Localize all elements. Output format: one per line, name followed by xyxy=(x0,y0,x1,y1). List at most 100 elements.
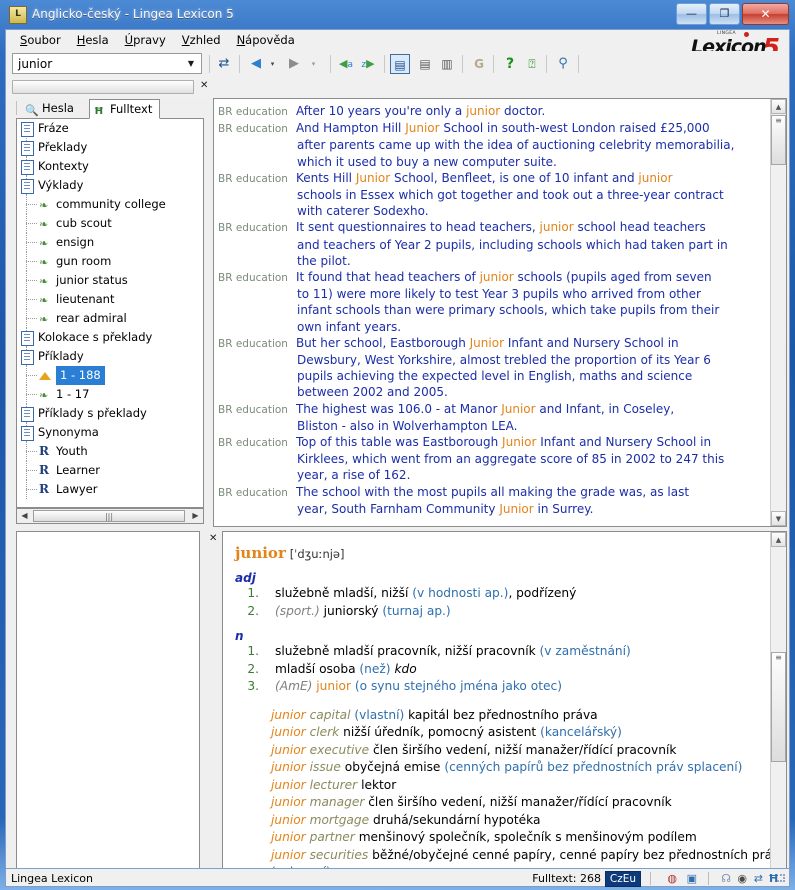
tab-hesla[interactable]: 🔍 Hesla xyxy=(22,100,81,118)
swap-languages-button[interactable]: ⇄ xyxy=(214,54,234,74)
resize-grip[interactable] xyxy=(775,874,786,885)
concordance-line[interactable]: BR education The school with the most pup… xyxy=(218,484,784,501)
dictionary-icon[interactable]: ▣ xyxy=(687,872,697,885)
tree-item[interactable]: ❧ gun room xyxy=(17,252,203,271)
concordance-line[interactable]: infant schools than were primary schools… xyxy=(218,302,784,318)
concordance-line[interactable]: after parents came up with the idea of a… xyxy=(218,137,784,153)
concordance-line[interactable]: schools in Essex which got together and … xyxy=(218,187,784,203)
tree-item[interactable]: ❧ rear admiral xyxy=(17,309,203,328)
entry-pane[interactable]: junior [ˈdʒuːnjə] adj 1. služebně mladší, … xyxy=(222,531,787,884)
results-tree[interactable]: +Fráze+Překlady+Kontexty-Výklady ❧ communi… xyxy=(16,118,204,508)
search-input[interactable]: junior xyxy=(18,57,52,71)
tree-item[interactable]: R Youth xyxy=(17,442,203,461)
tree-item[interactable]: -Příklady xyxy=(17,347,203,366)
eye-icon[interactable]: ◉ xyxy=(737,872,747,885)
tree-item[interactable]: -Synonyma xyxy=(17,423,203,442)
concordance-line[interactable]: BR education Kents Hill Junior School, Be… xyxy=(218,170,784,187)
concordance-line[interactable]: year, South Farnham Community Junior in … xyxy=(218,501,784,517)
tree-item[interactable]: +Příklady s překlady xyxy=(17,404,203,423)
tree-item[interactable]: +Překlady xyxy=(17,138,203,157)
tree-item[interactable]: ❧ community college xyxy=(17,195,203,214)
pin-button[interactable]: ⚲ xyxy=(553,54,573,74)
maximize-button[interactable]: ❐ xyxy=(709,3,740,25)
collocation-row[interactable]: junior partner menšinový společník, spol… xyxy=(271,829,780,847)
concordance-line[interactable]: BR education The highest was 106.0 - at M… xyxy=(218,401,784,418)
scroll-left-icon[interactable]: ◀ xyxy=(17,509,32,523)
full-entry-view-button[interactable]: ▤ xyxy=(390,54,410,74)
concordance-line[interactable]: between 2002 and 2005. xyxy=(218,384,784,400)
concordance-line[interactable]: BR education And Hampton Hill Junior Scho… xyxy=(218,120,784,137)
pronunciation-icon[interactable]: ☊ xyxy=(721,872,731,885)
scroll-down-icon[interactable]: ▼ xyxy=(771,511,786,526)
concordance-line[interactable]: BR education Top of this table was Eastbo… xyxy=(218,434,784,451)
tree-item[interactable]: ❧ cub scout xyxy=(17,214,203,233)
concordance-line[interactable]: the pilot. xyxy=(218,253,784,269)
collocation-row[interactable]: junior executive člen širšího vedení, ni… xyxy=(271,742,780,760)
tree-item[interactable]: +Fráze xyxy=(17,119,203,138)
two-column-view-button[interactable]: ▥ xyxy=(437,54,457,74)
collocation-row[interactable]: junior lecturer lektor xyxy=(271,777,780,795)
status-dictionary-badge[interactable]: CzEu xyxy=(604,871,641,887)
tree-item[interactable]: ❧ lieutenant xyxy=(17,290,203,309)
tree-item[interactable]: R Lawyer xyxy=(17,480,203,499)
concordance-line[interactable]: BR education But her school, Eastborough … xyxy=(218,335,784,352)
collocation-row[interactable]: junior issue obyčejná emise (cenných pap… xyxy=(271,759,780,777)
close-preview-icon[interactable]: ✕ xyxy=(209,533,217,544)
collocation-row[interactable]: junior manager člen širšího vedení, nižš… xyxy=(271,794,780,812)
scroll-thumb[interactable]: ||| xyxy=(33,510,185,522)
forward-dropdown-icon[interactable]: ▾ xyxy=(309,60,318,69)
menu-item-vzhled[interactable]: Vzhled xyxy=(174,31,229,50)
sync-icon[interactable]: ⇄ xyxy=(754,872,763,885)
entry-scrollbar[interactable]: ▲ ≡ ▼ xyxy=(770,532,786,883)
search-combobox[interactable]: junior ▼ xyxy=(12,53,202,74)
back-button[interactable]: ◀ xyxy=(246,54,266,74)
close-filter-icon[interactable]: ✕ xyxy=(200,80,208,91)
concordance-line[interactable]: with caterer Sodexho. xyxy=(218,203,784,219)
prev-alpha-button[interactable]: ◀a xyxy=(336,54,356,74)
tree-item[interactable]: ❧ junior status xyxy=(17,271,203,290)
no-sound-icon[interactable]: ◍ xyxy=(667,872,677,885)
minimize-button[interactable]: — xyxy=(676,3,707,25)
scroll-right-icon[interactable]: ▶ xyxy=(188,509,203,523)
vertical-splitter[interactable] xyxy=(206,98,212,884)
tree-item[interactable]: R Learner xyxy=(17,461,203,480)
concordance-line[interactable]: to 11) were more likely to test Year 3 p… xyxy=(218,286,784,302)
scroll-up-icon[interactable]: ▲ xyxy=(771,532,786,547)
forward-button[interactable]: ▶ xyxy=(284,54,304,74)
filter-input[interactable] xyxy=(12,80,194,94)
concordance-line[interactable]: Dewsbury, West Yorkshire, almost trebled… xyxy=(218,352,784,368)
tree-item[interactable]: +Kontexty xyxy=(17,157,203,176)
tab-fulltext[interactable]: Ħ Fulltext xyxy=(89,99,161,119)
concordance-line[interactable]: pupils achieving the expected level in E… xyxy=(218,368,784,384)
concordance-line[interactable]: year, a rise of 162. xyxy=(218,467,784,483)
concordance-line[interactable]: and teachers of Year 2 pupils, including… xyxy=(218,237,784,253)
compact-entry-view-button[interactable]: ▤ xyxy=(415,54,435,74)
tree-item[interactable]: ❧ ensign xyxy=(17,233,203,252)
menu-item-hesla[interactable]: Hesla xyxy=(69,31,117,50)
menu-item-pravy[interactable]: Úpravy xyxy=(117,31,174,50)
collocation-row[interactable]: junior clerk nižší úředník, pomocný asis… xyxy=(271,724,780,742)
scroll-up-icon[interactable]: ▲ xyxy=(771,99,786,114)
next-alpha-button[interactable]: z▶ xyxy=(358,54,378,74)
concordance-scrollbar[interactable]: ▲ ≡ ▼ xyxy=(770,99,786,526)
scroll-thumb[interactable]: ≡ xyxy=(771,115,786,165)
menu-item-npovda[interactable]: Nápověda xyxy=(229,31,303,50)
tree-item[interactable]: ❧ 1 - 17 xyxy=(17,385,203,404)
tree-item[interactable]: -Výklady xyxy=(17,176,203,195)
tree-horizontal-scrollbar[interactable]: ◀ ||| ▶ xyxy=(16,508,204,524)
concordance-line[interactable]: Kirklees, which went from an aggregate s… xyxy=(218,451,784,467)
tree-item[interactable]: +Kolokace s překlady xyxy=(17,328,203,347)
menu-item-soubor[interactable]: Soubor xyxy=(12,31,69,50)
tree-item[interactable]: 1 - 188 xyxy=(17,366,203,385)
concordance-line[interactable]: Bliston - also in Wolverhampton LEA. xyxy=(218,418,784,434)
collocation-row[interactable]: junior capital (vlastní) kapitál bez pře… xyxy=(271,707,780,725)
collocation-row[interactable]: junior mortgage druhá/sekundární hypoték… xyxy=(271,812,780,830)
grammar-button[interactable]: G xyxy=(469,54,489,74)
concordance-pane[interactable]: BR education After 10 years you're only a… xyxy=(213,98,787,527)
help-button[interactable]: ? xyxy=(500,54,520,74)
close-button[interactable]: ✕ xyxy=(742,3,789,25)
concordance-line[interactable]: own infant years. xyxy=(218,319,784,335)
concordance-line[interactable]: which it used to buy a new computer suit… xyxy=(218,154,784,170)
context-help-button[interactable]: ⍰ xyxy=(522,54,542,74)
back-dropdown-icon[interactable]: ▾ xyxy=(268,60,277,69)
